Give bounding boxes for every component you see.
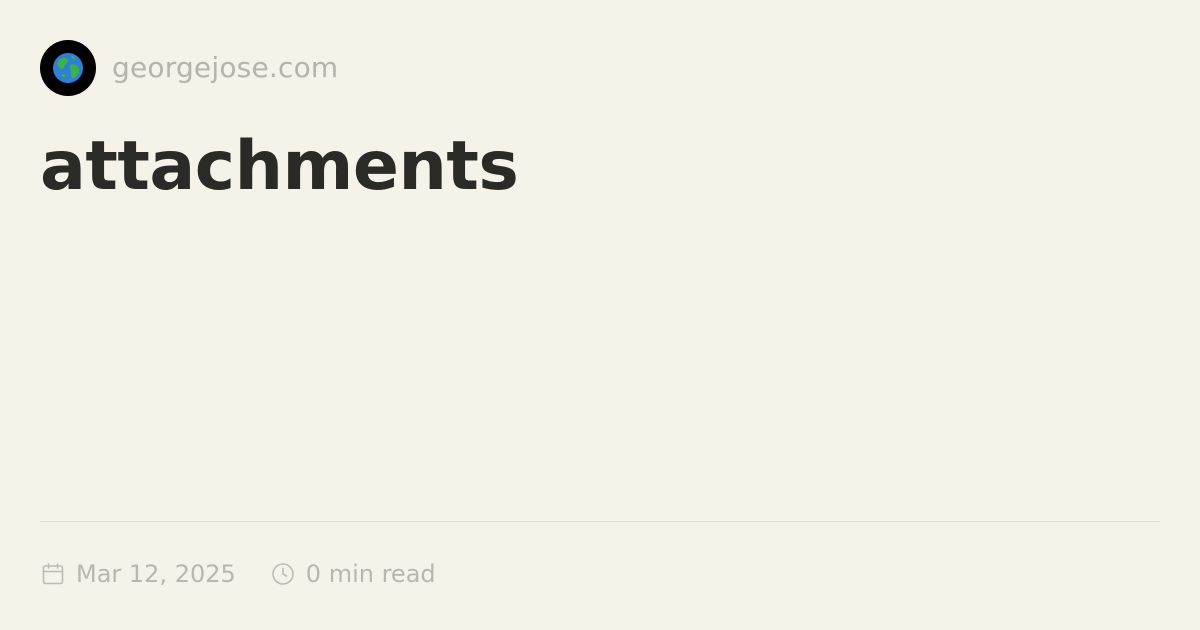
post-read-time-text: 0 min read <box>305 560 436 588</box>
earth-globe-icon <box>53 53 83 83</box>
post-date-text: Mar 12, 2025 <box>76 560 236 588</box>
divider <box>40 521 1160 522</box>
avatar <box>40 40 96 96</box>
post-date: Mar 12, 2025 <box>40 560 236 588</box>
post-title: attachments <box>40 127 519 206</box>
clock-icon <box>270 561 296 587</box>
post-meta: Mar 12, 2025 0 min read <box>40 556 436 592</box>
post-read-time: 0 min read <box>270 560 436 588</box>
calendar-icon <box>40 561 66 587</box>
site-name[interactable]: georgejose.com <box>112 40 338 96</box>
site-brand[interactable]: georgejose.com <box>40 40 338 96</box>
og-card: georgejose.com attachments Mar 12, 2025 <box>0 0 1200 630</box>
